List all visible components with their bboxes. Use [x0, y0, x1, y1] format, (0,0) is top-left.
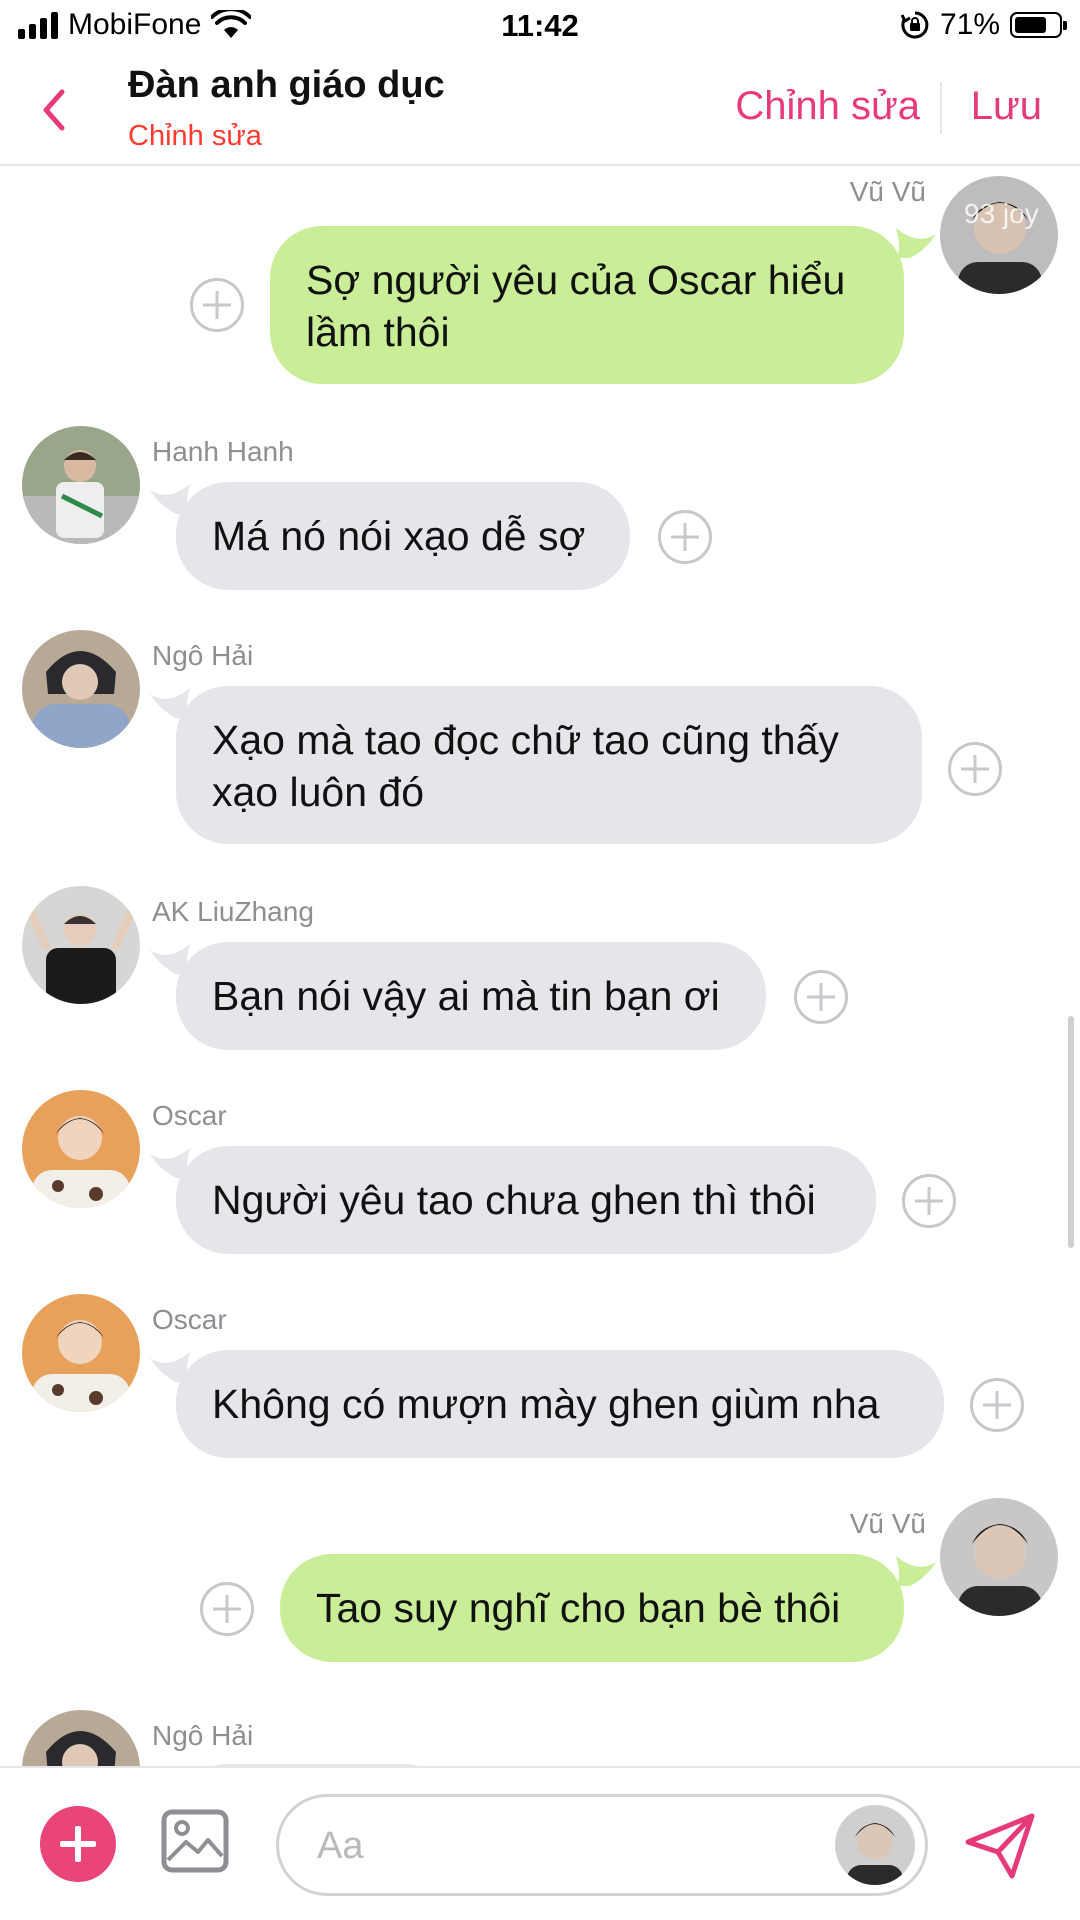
rotation-lock-icon [900, 11, 929, 39]
add-reaction-icon[interactable] [970, 1378, 1024, 1432]
sender-name: Hanh Hanh [152, 436, 294, 467]
message-row: Ngô Hải Xạo mà tao đọc chữ tao cũng thấy… [0, 630, 1080, 844]
add-reaction-icon[interactable] [902, 1174, 956, 1228]
message-row: Vũ Vũ 93 joy Sợ người yêu của Oscar hiểu… [0, 166, 1080, 384]
add-attachment-button[interactable] [40, 1806, 116, 1882]
avatar[interactable]: 93 joy [940, 176, 1058, 294]
bubble-tail [896, 1556, 936, 1586]
message-bubble[interactable]: Má nó nói xạo dễ sợ [176, 482, 630, 590]
page-title: Đàn anh giáo dục [128, 64, 445, 106]
add-reaction-icon[interactable] [658, 510, 712, 564]
message-list[interactable]: Vũ Vũ 93 joy Sợ người yêu của Oscar hiểu… [0, 166, 1080, 1766]
sender-name: Ngô Hải [152, 640, 254, 671]
bubble-tail [896, 228, 936, 258]
message-row: Oscar Không có mượn mày ghen giùm nha [0, 1294, 1080, 1458]
avatar[interactable] [22, 1090, 140, 1208]
sender-name: Oscar [152, 1304, 227, 1335]
send-icon[interactable] [964, 1812, 1036, 1880]
avatar[interactable] [940, 1498, 1058, 1616]
sender-name: Ngô Hải [152, 1720, 254, 1751]
message-bubble[interactable]: Không có mượn mày ghen giùm nha [176, 1350, 944, 1458]
avatar[interactable] [22, 886, 140, 1004]
add-reaction-icon[interactable] [948, 742, 1002, 796]
image-gallery-icon[interactable] [160, 1806, 230, 1876]
bubble-tail [150, 944, 190, 974]
bubble-tail [150, 688, 190, 718]
message-row: Ngô Hải [0, 1710, 1080, 1766]
sender-name: AK LiuZhang [152, 896, 314, 927]
message-bubble[interactable]: Tao suy nghĩ cho bạn bè thôi [280, 1554, 904, 1662]
header-divider [940, 82, 942, 134]
avatar-overlay-text: 93 joy [964, 198, 1039, 229]
sender-avatar[interactable] [835, 1805, 915, 1885]
save-button[interactable]: Lưu [971, 84, 1042, 129]
message-bubble[interactable]: Xạo mà tao đọc chữ tao cũng thấy xạo luô… [176, 686, 922, 844]
battery-icon [1010, 12, 1067, 38]
status-right: 71% [900, 8, 1067, 42]
bubble-tail [150, 1148, 190, 1178]
composer-bar [0, 1766, 1080, 1920]
message-bubble[interactable]: Bạn nói vậy ai mà tin bạn ơi [176, 942, 766, 1050]
avatar[interactable] [22, 1710, 140, 1766]
add-reaction-icon[interactable] [794, 970, 848, 1024]
add-reaction-icon[interactable] [200, 1582, 254, 1636]
avatar[interactable] [22, 426, 140, 544]
message-row: AK LiuZhang Bạn nói vậy ai mà tin bạn ơi [0, 886, 1080, 1050]
back-chevron-icon[interactable] [30, 80, 80, 140]
message-bubble[interactable]: Sợ người yêu của Oscar hiểu lầm thôi [270, 226, 904, 384]
scroll-indicator[interactable] [1068, 1016, 1074, 1248]
add-reaction-icon[interactable] [190, 278, 244, 332]
edit-button[interactable]: Chỉnh sửa [735, 84, 920, 129]
battery-percent: 71% [939, 8, 1000, 41]
sender-name: Oscar [152, 1100, 227, 1131]
bubble-tail [150, 1352, 190, 1382]
sender-name: Vũ Vũ [849, 176, 926, 207]
message-input-wrapper[interactable] [276, 1794, 928, 1896]
status-bar: MobiFone 11:42 71% [0, 0, 1080, 56]
message-row: Hanh Hanh Má nó nói xạo dễ sợ [0, 426, 1080, 590]
message-bubble[interactable]: Người yêu tao chưa ghen thì thôi [176, 1146, 876, 1254]
message-input[interactable] [315, 1819, 779, 1873]
message-row: Oscar Người yêu tao chưa ghen thì thôi [0, 1090, 1080, 1254]
avatar[interactable] [22, 630, 140, 748]
message-row: Vũ Vũ Tao suy nghĩ cho bạn bè thôi [0, 1498, 1080, 1662]
sender-name: Vũ Vũ [849, 1508, 926, 1539]
chat-header: Đàn anh giáo dục Chỉnh sửa Chỉnh sửa Lưu [0, 56, 1080, 166]
bubble-tail [150, 484, 190, 514]
avatar[interactable] [22, 1294, 140, 1412]
page-subtitle[interactable]: Chỉnh sửa [128, 120, 262, 153]
